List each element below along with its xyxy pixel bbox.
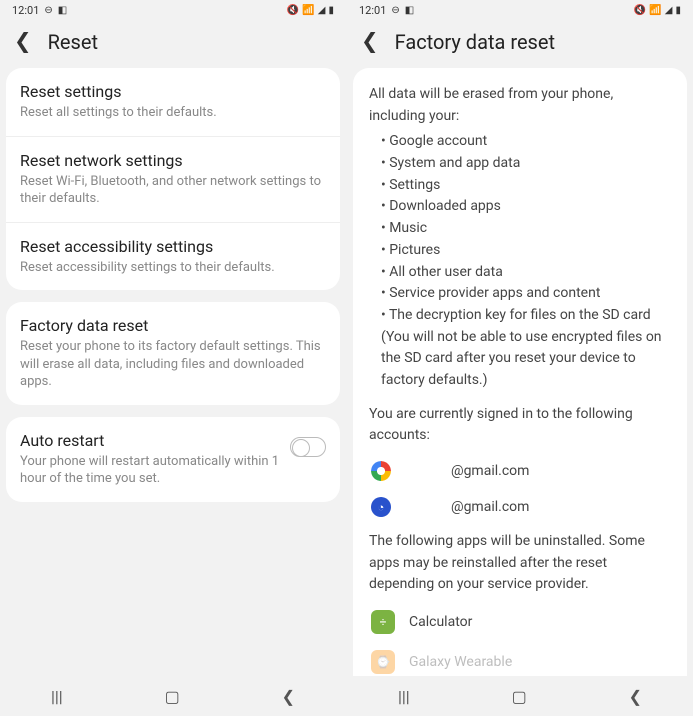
bullet-item: Music (381, 218, 671, 240)
notification-icon: ◧ (58, 5, 67, 16)
battery-icon: ▮ (328, 5, 334, 16)
phone-left: 12:01 ⊖ ◧ 🔇 📶 ◢ ▮ ❮ Reset Reset settings… (0, 0, 346, 716)
wifi-icon: 📶 (649, 5, 661, 16)
status-bar: 12:01 ⊖ ◧ 🔇 📶 ◢ ▮ (0, 0, 346, 20)
mute-icon: 🔇 (634, 5, 646, 16)
mute-icon: 🔇 (287, 5, 299, 16)
status-time: 12:01 (359, 4, 386, 17)
auto-restart-toggle[interactable] (290, 437, 326, 457)
erase-list: Google account System and app data Setti… (369, 131, 671, 391)
bullet-item: Downloaded apps (381, 196, 671, 218)
factory-reset-card: Factory data reset Reset your phone to i… (6, 302, 340, 405)
dnd-icon: ⊖ (44, 5, 52, 16)
app-row-calculator: ÷ Calculator (353, 602, 687, 642)
back-icon[interactable]: ❮ (361, 32, 379, 53)
notification-icon: ◧ (405, 5, 414, 16)
calculator-icon: ÷ (371, 610, 395, 634)
signal-icon: ◢ (318, 5, 326, 16)
bullet-item: The decryption key for files on the SD c… (381, 305, 671, 392)
auto-restart-item[interactable]: Auto restart Your phone will restart aut… (6, 417, 340, 502)
account-email: @gmail.com (451, 463, 529, 479)
nav-home-icon[interactable]: ▢ (165, 687, 180, 706)
wearable-icon: ⌚ (371, 650, 395, 674)
account-email: @gmail.com (451, 499, 529, 515)
header: ❮ Factory data reset (347, 20, 693, 68)
status-bar: 12:01 ⊖ ◧ 🔇 📶 ◢ ▮ (347, 0, 693, 20)
nav-bar: ||| ▢ ❮ (0, 676, 346, 716)
nav-recents-icon[interactable]: ||| (398, 687, 410, 706)
account-row-samsung: ◔ @gmail.com (353, 489, 687, 525)
bullet-item: Google account (381, 131, 671, 153)
app-row-wearable: ⌚ Galaxy Wearable (353, 642, 687, 676)
page-title: Reset (48, 30, 98, 54)
reset-network-item[interactable]: Reset network settings Reset Wi-Fi, Blue… (6, 137, 340, 223)
bullet-item: Settings (381, 175, 671, 197)
page-title: Factory data reset (395, 30, 555, 54)
apps-intro: The following apps will be uninstalled. … (353, 525, 687, 602)
nav-home-icon[interactable]: ▢ (512, 687, 527, 706)
signal-icon: ◢ (665, 5, 673, 16)
reset-options-card: Reset settings Reset all settings to the… (6, 68, 340, 290)
app-name: Galaxy Wearable (409, 654, 512, 670)
nav-back-icon[interactable]: ❮ (282, 687, 295, 706)
factory-data-reset-item[interactable]: Factory data reset Reset your phone to i… (6, 302, 340, 405)
nav-back-icon[interactable]: ❮ (629, 687, 642, 706)
intro-text: All data will be erased from your phone,… (369, 84, 671, 127)
dnd-icon: ⊖ (391, 5, 399, 16)
battery-icon: ▮ (675, 5, 681, 16)
samsung-account-icon: ◔ (371, 497, 391, 517)
back-icon[interactable]: ❮ (14, 32, 32, 53)
factory-reset-details-card: All data will be erased from your phone,… (353, 68, 687, 676)
status-time: 12:01 (12, 4, 39, 17)
wifi-icon: 📶 (302, 5, 314, 16)
bullet-item: Service provider apps and content (381, 283, 671, 305)
nav-recents-icon[interactable]: ||| (51, 687, 63, 706)
nav-bar: ||| ▢ ❮ (347, 676, 693, 716)
bullet-item: System and app data (381, 153, 671, 175)
auto-restart-card: Auto restart Your phone will restart aut… (6, 417, 340, 502)
app-name: Calculator (409, 614, 472, 630)
bullet-item: All other user data (381, 262, 671, 284)
google-icon (371, 461, 391, 481)
bullet-item: Pictures (381, 240, 671, 262)
account-row-google: @gmail.com (353, 453, 687, 489)
header: ❮ Reset (0, 20, 346, 68)
reset-accessibility-item[interactable]: Reset accessibility settings Reset acces… (6, 223, 340, 291)
reset-settings-item[interactable]: Reset settings Reset all settings to the… (6, 68, 340, 137)
accounts-intro: You are currently signed in to the follo… (353, 398, 687, 453)
phone-right: 12:01 ⊖ ◧ 🔇 📶 ◢ ▮ ❮ Factory data reset A… (347, 0, 693, 716)
